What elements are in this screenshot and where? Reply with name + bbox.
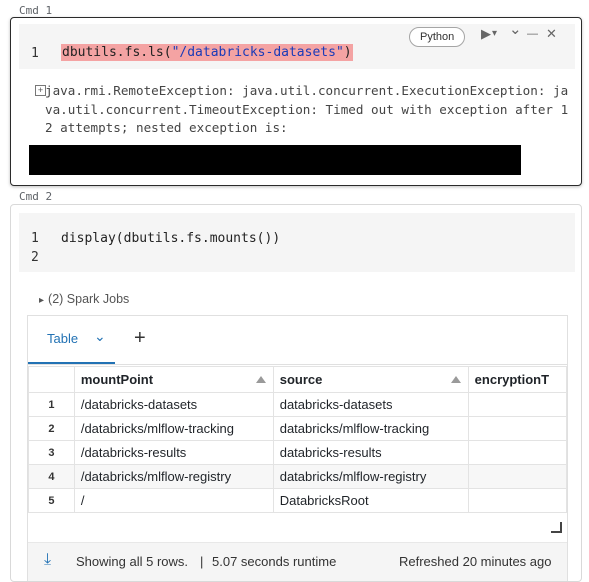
cmd1-label: Cmd 1 bbox=[19, 4, 53, 17]
cell-encryption[interactable] bbox=[467, 440, 567, 465]
result-table: mountPoint source encryptionT 1 /databri… bbox=[28, 366, 567, 518]
run-icon[interactable]: ▶ bbox=[481, 26, 491, 42]
chevron-down-icon[interactable]: ⌄ bbox=[509, 22, 522, 38]
cell-encryption[interactable] bbox=[467, 416, 567, 441]
code-close-paren: ) bbox=[343, 45, 352, 60]
line-number: 1 bbox=[31, 46, 39, 61]
caret-right-icon: ▸ bbox=[39, 295, 45, 306]
cell-encryption[interactable] bbox=[467, 392, 567, 417]
footer-separator: | bbox=[200, 554, 204, 569]
refreshed-text: Refreshed 20 minutes ago bbox=[399, 554, 552, 569]
cell-source[interactable]: DatabricksRoot bbox=[272, 488, 469, 513]
run-menu-icon[interactable]: ▾ bbox=[492, 26, 497, 42]
language-button[interactable]: Python bbox=[409, 27, 466, 47]
cell-mountpoint[interactable]: /databricks-results bbox=[73, 440, 274, 465]
line-number: 2 bbox=[31, 250, 39, 265]
download-icon[interactable]: ⤓ bbox=[44, 551, 51, 569]
row-index: 3 bbox=[28, 440, 75, 465]
row-index: 1 bbox=[28, 392, 75, 417]
column-header-index bbox=[28, 366, 75, 393]
cmd2-label: Cmd 2 bbox=[19, 190, 53, 203]
cell-encryption[interactable] bbox=[467, 464, 567, 489]
sort-icon[interactable] bbox=[450, 376, 461, 383]
cell-mountpoint[interactable]: /databricks/mlflow-tracking bbox=[73, 416, 274, 441]
column-header-source[interactable]: source bbox=[272, 366, 469, 393]
resize-handle[interactable] bbox=[551, 522, 562, 533]
sort-icon[interactable] bbox=[255, 376, 266, 383]
cell-mountpoint[interactable]: / bbox=[73, 488, 274, 513]
chevron-down-icon[interactable]: ⌄ bbox=[94, 328, 106, 345]
cmd1-cell[interactable]: 1 dbutils.fs.ls("/databricks-datasets") … bbox=[10, 17, 582, 186]
result-tab-bar: Table ⌄ + bbox=[28, 316, 567, 365]
cell-mountpoint[interactable]: /databricks/mlflow-registry bbox=[73, 464, 274, 489]
code-function: dbutils.fs.ls( bbox=[62, 45, 172, 60]
cell-encryption[interactable] bbox=[467, 488, 567, 513]
row-index: 5 bbox=[28, 488, 75, 513]
cmd1-code[interactable]: dbutils.fs.ls("/databricks-datasets") bbox=[61, 44, 353, 61]
minimize-icon[interactable]: — bbox=[527, 26, 538, 42]
spark-jobs-toggle[interactable]: ▸ (2) Spark Jobs bbox=[39, 292, 129, 306]
table-row: 1 /databricks-datasets databricks-datase… bbox=[28, 392, 567, 417]
cmd2-code[interactable]: display(dbutils.fs.mounts()) bbox=[61, 231, 280, 246]
result-footer: ⤓ Showing all 5 rows. | 5.07 seconds run… bbox=[28, 542, 567, 581]
table-row: 4 /databricks/mlflow-registry databricks… bbox=[28, 464, 567, 489]
error-message: java.rmi.RemoteException: java.util.conc… bbox=[45, 83, 569, 135]
cell-source[interactable]: databricks/mlflow-tracking bbox=[272, 416, 469, 441]
code-string: "/databricks-datasets" bbox=[171, 45, 344, 60]
cell-source[interactable]: databricks-results bbox=[272, 440, 469, 465]
error-highlight: dbutils.fs.ls("/databricks-datasets") bbox=[61, 44, 353, 61]
redacted-block bbox=[29, 145, 521, 175]
table-row: 5 / DatabricksRoot bbox=[28, 488, 567, 513]
result-panel: Table ⌄ + mountPoint source encryptionT bbox=[27, 315, 568, 581]
table-row: 2 /databricks/mlflow-tracking databricks… bbox=[28, 416, 567, 441]
line-number: 1 bbox=[31, 231, 39, 246]
cell-source[interactable]: databricks-datasets bbox=[272, 392, 469, 417]
close-icon[interactable]: ✕ bbox=[546, 26, 557, 42]
add-tab-icon[interactable]: + bbox=[134, 327, 146, 350]
cmd2-editor[interactable]: 1 2 display(dbutils.fs.mounts()) bbox=[19, 213, 575, 272]
row-index: 2 bbox=[28, 416, 75, 441]
cmd2-cell[interactable]: 1 2 display(dbutils.fs.mounts()) ▸ (2) Sp… bbox=[10, 204, 582, 582]
cell-mountpoint[interactable]: /databricks-datasets bbox=[73, 392, 274, 417]
row-count-summary: Showing all 5 rows. bbox=[76, 554, 188, 569]
tab-table-label: Table bbox=[47, 331, 79, 346]
row-index: 4 bbox=[28, 464, 75, 489]
table-row: 3 /databricks-results databricks-results bbox=[28, 440, 567, 465]
spark-jobs-label: (2) Spark Jobs bbox=[48, 292, 130, 306]
tab-table[interactable]: Table ⌄ bbox=[28, 316, 115, 364]
column-header-encryption[interactable]: encryptionT bbox=[467, 366, 567, 393]
cell-source[interactable]: databricks/mlflow-registry bbox=[272, 464, 469, 489]
column-header-mountpoint[interactable]: mountPoint bbox=[73, 366, 274, 393]
runtime-text: 5.07 seconds runtime bbox=[212, 554, 337, 569]
